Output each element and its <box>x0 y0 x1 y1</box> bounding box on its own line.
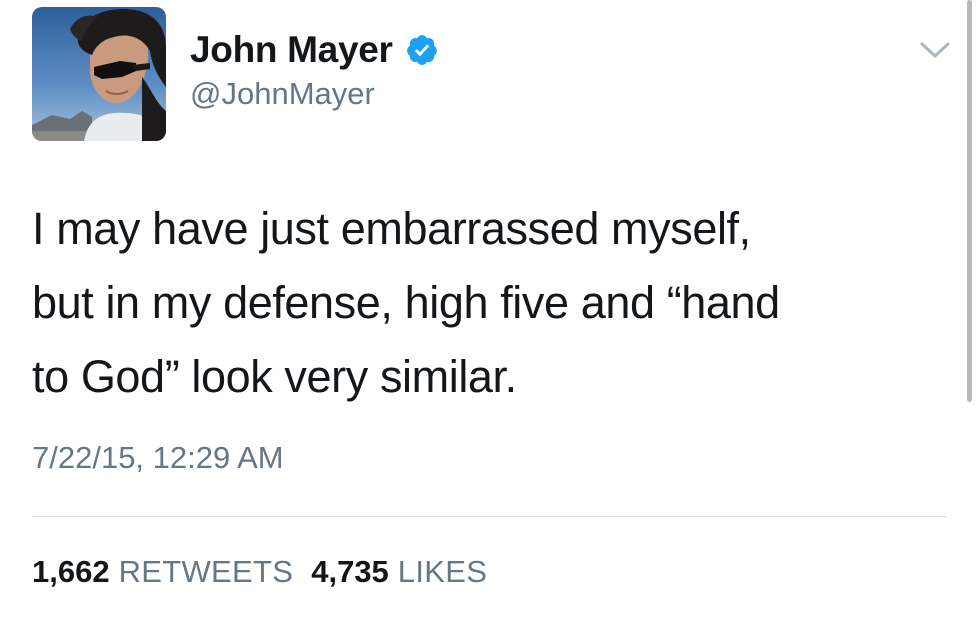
avatar-photo <box>32 7 166 141</box>
author-name-row[interactable]: John Mayer <box>190 28 439 72</box>
likes-count: 4,735 <box>311 554 389 589</box>
verified-badge-icon <box>405 33 439 67</box>
tweet-text: I may have just embarrassed myself, but … <box>32 192 942 414</box>
tweet-text-line: but in my defense, high five and “hand <box>32 277 780 328</box>
tweet-text-line: I may have just embarrassed myself, <box>32 203 751 254</box>
author-handle[interactable]: @JohnMayer <box>190 76 375 112</box>
tweet-card: John Mayer @JohnMayer I may have just em… <box>0 0 980 631</box>
retweets-label: RETWEETS <box>118 554 294 589</box>
chevron-down-icon[interactable] <box>918 38 952 62</box>
tweet-stats: 1,662 RETWEETS 4,735 LIKES <box>32 554 505 590</box>
scrollbar[interactable] <box>967 0 972 402</box>
retweets-count: 1,662 <box>32 554 110 589</box>
retweets-stat[interactable]: 1,662 RETWEETS <box>32 554 293 590</box>
tweet-timestamp[interactable]: 7/22/15, 12:29 AM <box>32 440 284 476</box>
tweet-text-line: to God” look very similar. <box>32 351 517 402</box>
divider <box>32 516 947 517</box>
avatar[interactable] <box>32 7 166 141</box>
likes-stat[interactable]: 4,735 LIKES <box>311 554 487 590</box>
author-display-name[interactable]: John Mayer <box>190 29 393 71</box>
likes-label: LIKES <box>397 554 488 589</box>
